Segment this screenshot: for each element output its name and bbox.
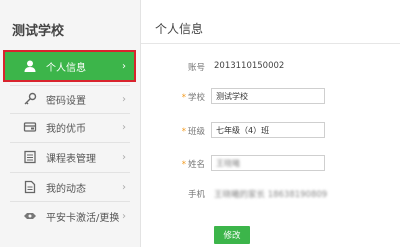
required-mark: * [181, 160, 186, 170]
sidebar-item-label: 个人信息 [46, 62, 86, 74]
sidebar-item-label: 我的优币 [46, 123, 86, 135]
page-title: 个人信息 [155, 22, 204, 36]
phone-label-text: 手机 [187, 190, 205, 200]
sidebar-item-label: 我的动态 [46, 183, 86, 195]
school-field[interactable]: 测试学校 [211, 88, 325, 104]
chevron-right-icon: › [122, 121, 126, 133]
activity-icon [23, 180, 37, 194]
sidebar-item-schedule[interactable]: 课程表管理 › [0, 145, 140, 169]
school-name: 测试学校 [12, 24, 65, 39]
phone-value: 王晓曦的家长 18638190809 [214, 190, 328, 200]
card-icon [23, 209, 37, 223]
sidebar-item-coins[interactable]: 我的优币 › [0, 115, 140, 139]
key-icon [23, 92, 37, 106]
chevron-right-icon: › [122, 181, 126, 193]
chevron-right-icon: › [122, 93, 126, 105]
name-field-value: 王晓曦 [216, 158, 240, 168]
divider [141, 43, 400, 44]
phone-label: 手机 [149, 188, 205, 200]
chevron-right-icon: › [122, 60, 126, 72]
chevron-right-icon: › [122, 151, 126, 163]
sidebar-item-personal-info[interactable]: 个人信息 › [3, 50, 136, 82]
divider [10, 142, 130, 143]
class-field[interactable]: 七年级（4）班 [211, 122, 325, 138]
name-label: * 姓名 [149, 158, 205, 170]
class-label: * 班级 [149, 125, 205, 137]
divider [10, 172, 130, 173]
sidebar-item-label: 平安卡激活/更换 [46, 212, 120, 224]
account-label: 账号 [149, 61, 205, 73]
chevron-right-icon: › [122, 210, 126, 222]
sidebar-item-label: 密码设置 [46, 95, 86, 107]
account-label-text: 账号 [187, 63, 205, 73]
required-mark: * [181, 127, 186, 137]
name-label-text: 姓名 [187, 160, 205, 170]
schedule-icon [23, 150, 37, 164]
sidebar-item-activity[interactable]: 我的动态 › [0, 175, 140, 199]
class-field-value: 七年级（4）班 [216, 125, 270, 135]
school-label-text: 学校 [187, 93, 205, 103]
user-icon [23, 59, 37, 73]
account-value: 2013110150002 [214, 61, 285, 71]
divider [10, 85, 130, 86]
required-mark: * [181, 93, 186, 103]
sidebar: 测试学校 个人信息 › 密码设置 › 我的优币 › 课程表管理 › 我的动态 ›… [0, 0, 141, 247]
name-field[interactable]: 王晓曦 [211, 155, 325, 171]
modify-button[interactable]: 修改 [214, 226, 250, 244]
sidebar-item-password[interactable]: 密码设置 › [0, 87, 140, 111]
sidebar-item-safety-card[interactable]: 平安卡激活/更换 › [0, 204, 140, 228]
sidebar-item-label: 课程表管理 [46, 153, 96, 165]
coin-icon [23, 120, 37, 134]
divider [10, 113, 130, 114]
class-label-text: 班级 [187, 127, 205, 137]
divider [10, 201, 130, 202]
school-field-value: 测试学校 [216, 91, 248, 101]
school-label: * 学校 [149, 91, 205, 103]
